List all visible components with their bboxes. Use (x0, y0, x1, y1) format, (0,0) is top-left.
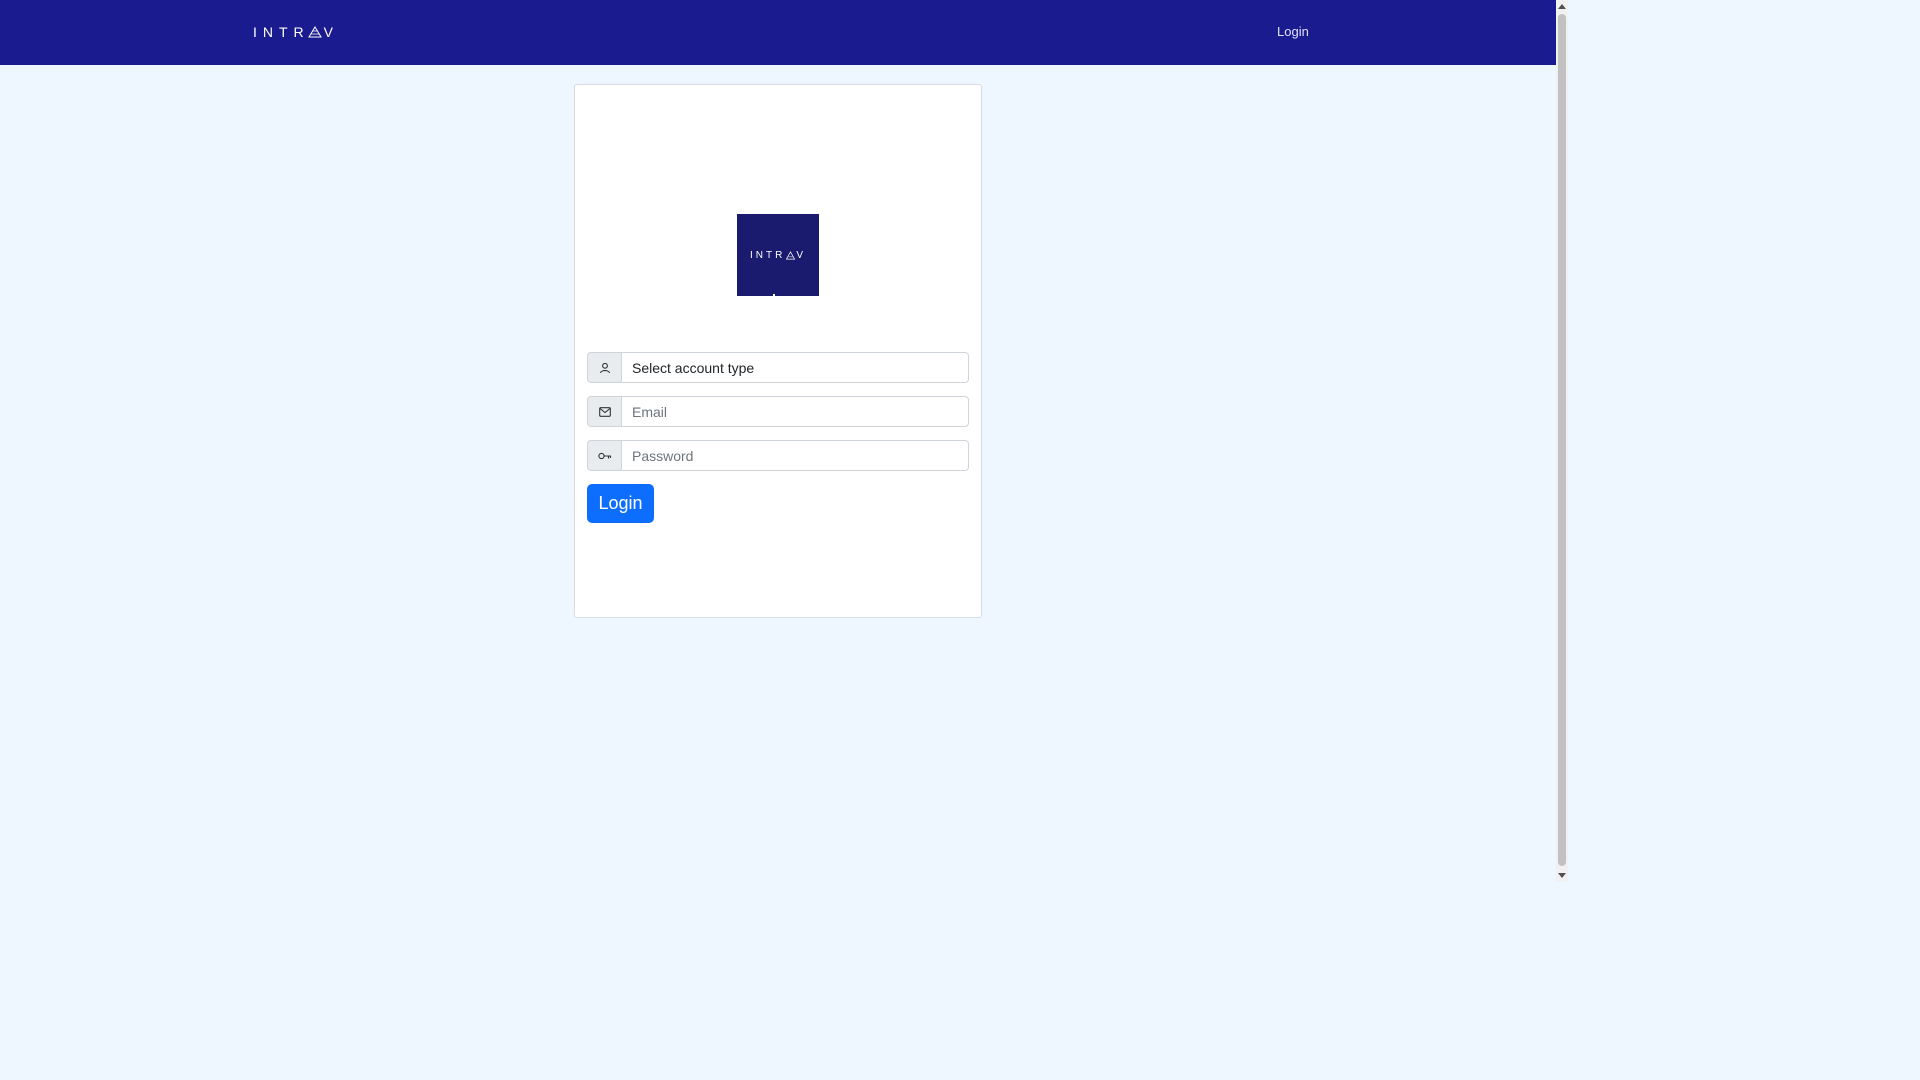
email-group (587, 396, 969, 427)
scroll-up-icon[interactable] (1558, 4, 1566, 9)
password-group (587, 440, 969, 471)
card-logo-prefix: INTR (749, 249, 786, 261)
card-logo-suffix: V (796, 249, 806, 261)
card-logo-text: INTR V (750, 250, 806, 261)
card-logo: INTR V (737, 214, 819, 296)
brand-logo[interactable]: INTR V (253, 22, 339, 42)
page-scrollbar[interactable] (1556, 0, 1568, 882)
card-logo-delta-icon (786, 250, 796, 259)
navbar: INTR V Login (0, 0, 1556, 65)
password-field[interactable] (622, 440, 969, 471)
email-field[interactable] (622, 396, 969, 427)
account-type-value: Select account type (632, 359, 755, 376)
user-icon (599, 362, 610, 373)
account-type-select[interactable]: Select account type (622, 352, 969, 383)
card-logo-mark (773, 294, 775, 296)
password-addon (587, 440, 622, 471)
brand-text-prefix: INTR (253, 24, 310, 40)
scroll-down-icon[interactable] (1558, 873, 1566, 878)
login-button[interactable]: Login (587, 484, 654, 523)
account-addon (587, 352, 622, 383)
brand-delta-icon (307, 26, 322, 38)
brand-text-suffix: V (323, 24, 340, 40)
login-card: INTR V Select account type Email Login (574, 84, 982, 618)
nav-login-link[interactable]: Login (1277, 24, 1309, 39)
envelope-icon (598, 406, 611, 417)
page: INTR V Login INTR V Select account type … (0, 0, 1556, 882)
email-addon (587, 396, 622, 427)
account-type-group: Select account type (587, 352, 969, 383)
key-icon (597, 452, 611, 459)
scroll-thumb[interactable] (1558, 14, 1566, 866)
